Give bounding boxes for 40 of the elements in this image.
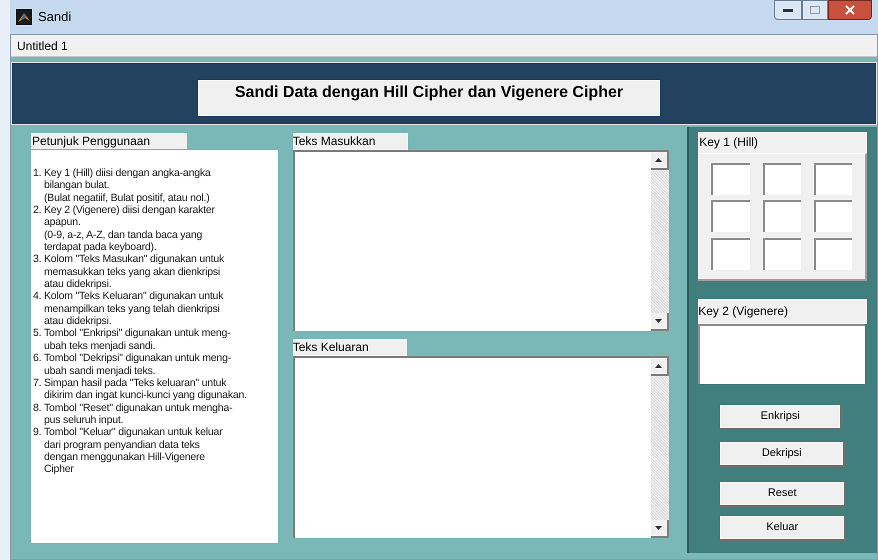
key2-field[interactable] <box>698 324 866 384</box>
minimize-icon <box>783 8 793 12</box>
scroll-up-button[interactable] <box>650 152 669 170</box>
down-arrow-icon <box>655 319 662 323</box>
key-cell-field[interactable] <box>814 200 852 232</box>
instructions-text: 1. Key 1 (Hill) diisi dengan angka-angka bilangan bulat. (Bulat negatiif, Bulat positif, atau nol.) 2. Key 2 (Vigenere) diisi dengan karakter apapun. (0-9, a-z, A-Z, dan tanda baca yang terdapat pada keyboard). 3. Kolom "Teks Masukan" digunakan untuk memasukkan teks yang akan dienkripsi atau didekripsi. 4. Kolom "Teks Keluaran" digunakan untuk menampilkan teks yang telah dienkripsi atau didekripsi. 5. Tombol "Enkripsi" digunakan untuk meng- ubah teks menjadi sandi. 6. Tombol "Dekripsi" digunakan untuk meng- ubah sandi menjadi teks. 7. Simpan hasil pada "Teks keluaran" untuk dikirim dan ingat kunci-kunci yang digunakan. 8. Tombol "Reset" digunakan untuk mengha- pus seluruh input. 9. Tombol "Keluar" digunakan untuk keluar dari program penyandian data teks dengan menggunakan Hill-Vigenere Cipher <box>31 150 278 543</box>
app-heading: Sandi Data dengan Hill Cipher dan Vigenere Cipher <box>198 80 660 116</box>
figure-tab[interactable]: Untitled 1 <box>17 36 68 54</box>
key2-label: Key 2 (Vigenere) <box>698 299 868 324</box>
instructions-label: Petunjuk Penggunaan <box>31 133 187 149</box>
key-cell-field[interactable] <box>711 163 750 195</box>
maximize-icon <box>810 6 820 14</box>
action-button[interactable]: Keluar <box>720 516 846 541</box>
up-arrow-icon <box>655 158 662 162</box>
close-icon <box>845 5 855 15</box>
key-cell-field[interactable] <box>711 200 750 232</box>
close-button[interactable] <box>828 0 872 20</box>
input-label: Teks Masukkan <box>292 133 408 150</box>
scrollbar[interactable] <box>650 358 669 538</box>
app-icon <box>16 9 32 25</box>
action-button[interactable]: Enkripsi <box>720 405 842 430</box>
key-cell-field[interactable] <box>762 200 801 232</box>
minimize-button[interactable] <box>774 0 802 20</box>
scroll-up-button[interactable] <box>650 358 669 376</box>
key-cell-field[interactable] <box>762 238 801 270</box>
key-cell-field[interactable] <box>814 163 852 195</box>
down-arrow-icon <box>655 526 662 530</box>
key-cell-field[interactable] <box>762 163 801 195</box>
scroll-down-button[interactable] <box>650 313 669 331</box>
output-label: Teks Keluaran <box>292 339 407 356</box>
scroll-down-button[interactable] <box>650 520 669 538</box>
action-button[interactable]: Reset <box>720 482 846 507</box>
key1-label: Key 1 (Hill) <box>698 132 868 153</box>
action-button[interactable]: Dekripsi <box>720 442 846 467</box>
key-cell-field[interactable] <box>814 238 852 270</box>
window-title: Sandi <box>38 8 72 26</box>
key-cell-field[interactable] <box>711 238 750 270</box>
input-text-area[interactable] <box>292 150 669 331</box>
scrollbar[interactable] <box>650 152 669 331</box>
up-arrow-icon <box>655 364 662 368</box>
